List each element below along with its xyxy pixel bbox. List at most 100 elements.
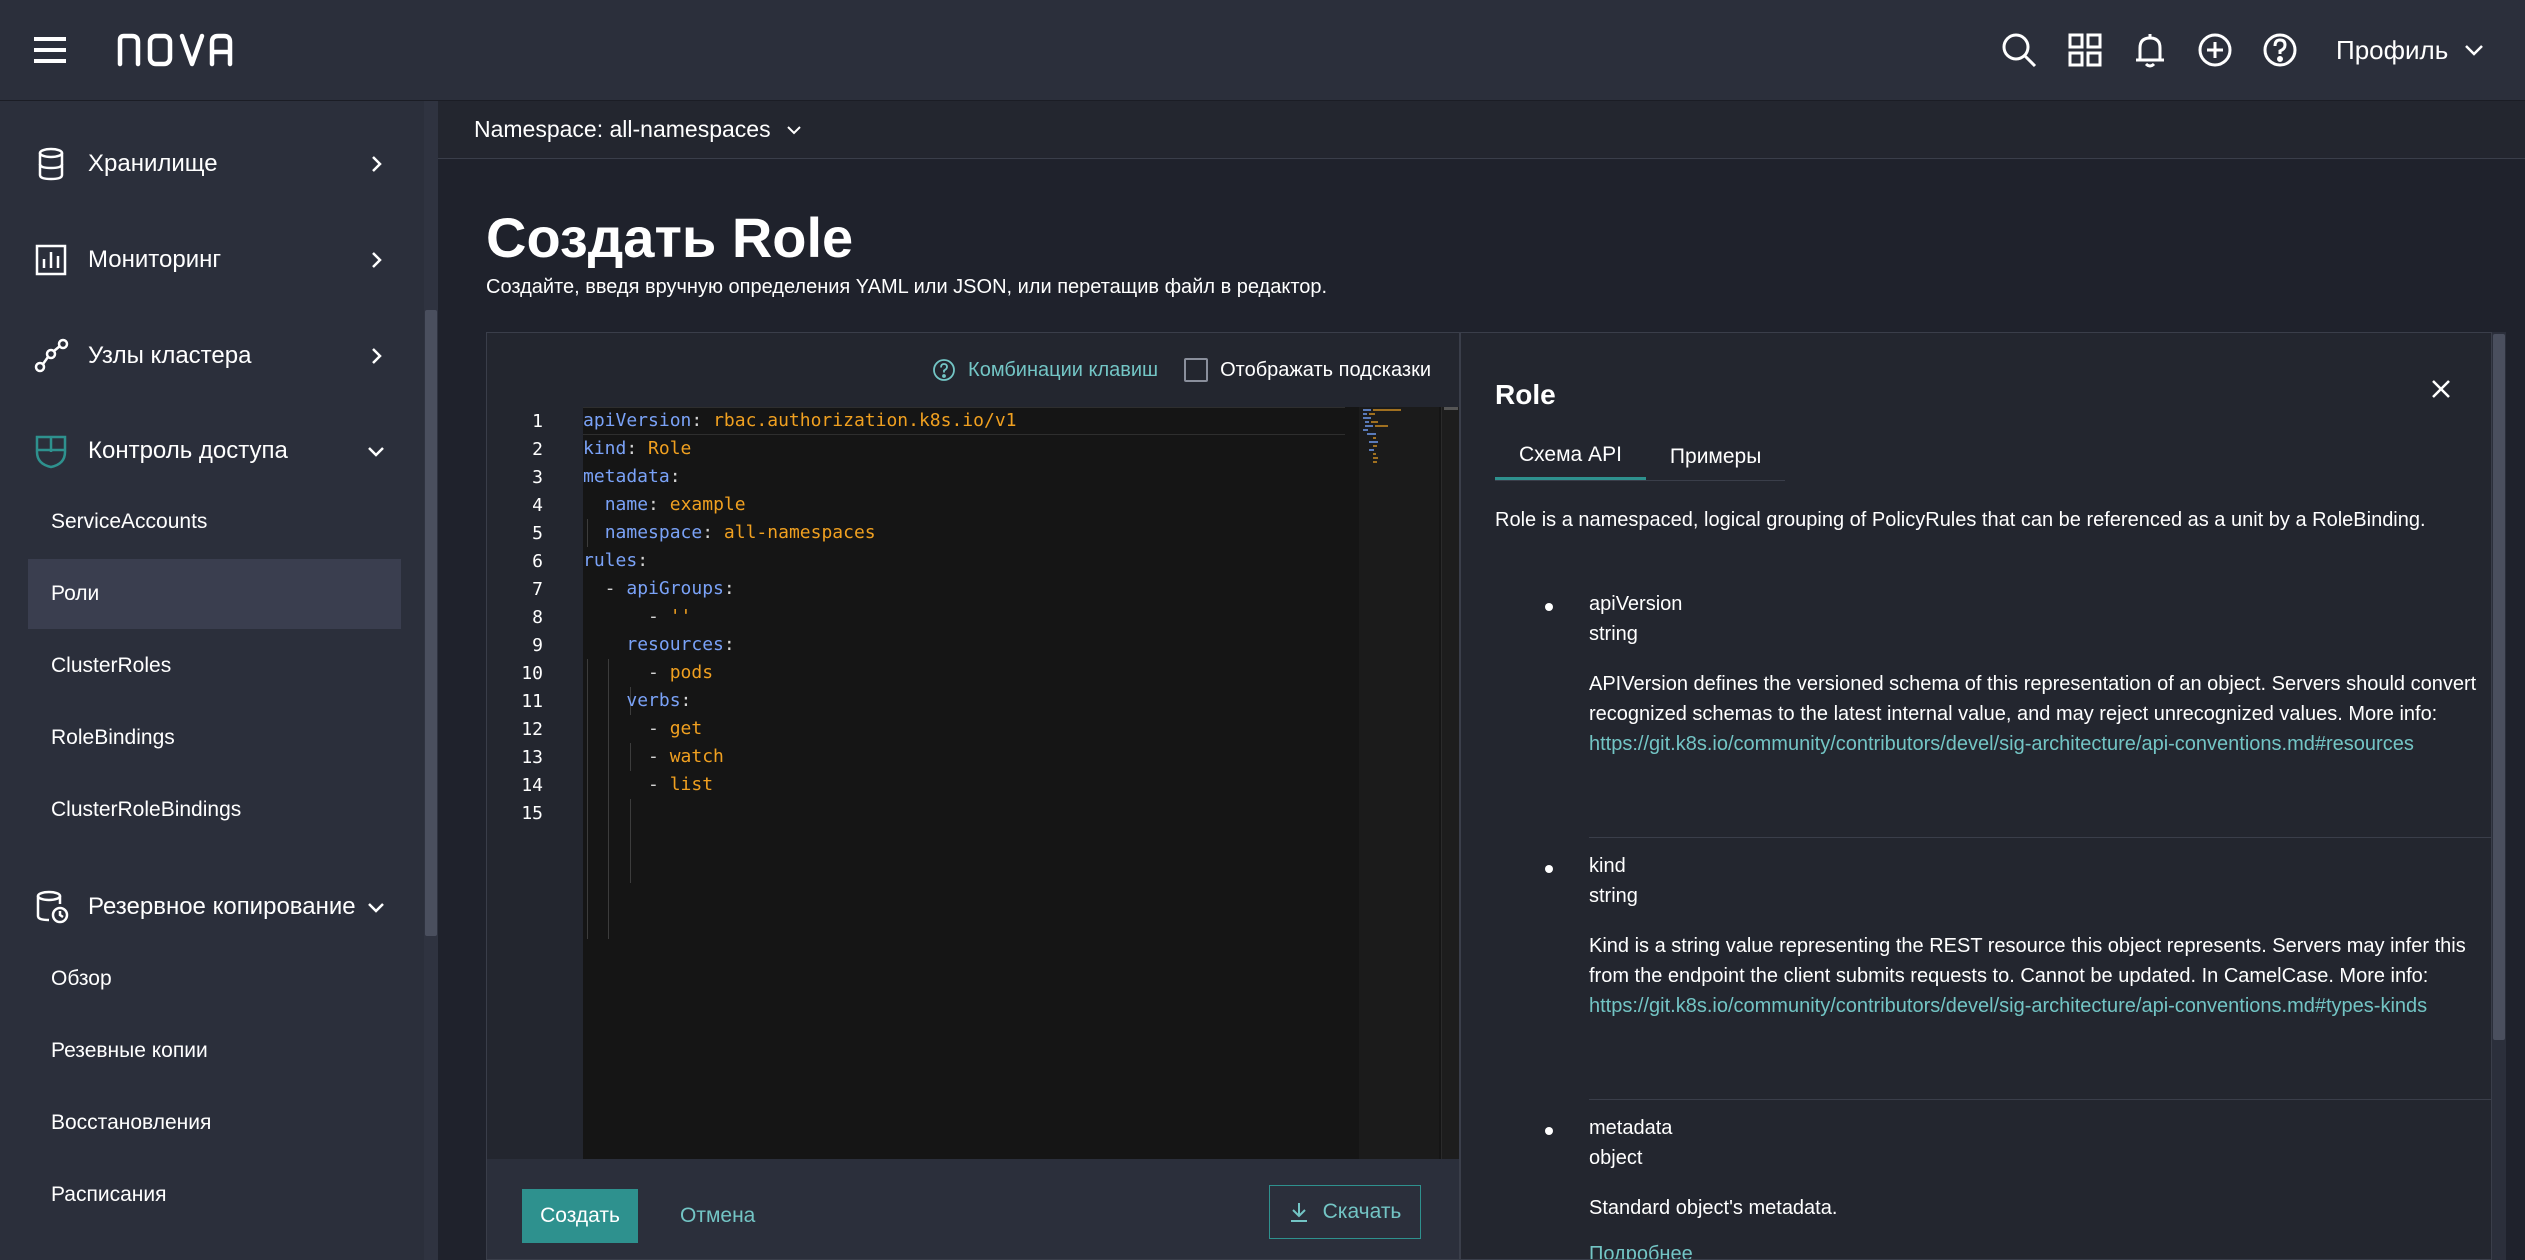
namespace-dropdown[interactable]: Namespace: all-namespaces (474, 116, 803, 143)
sidebar-item-schedules[interactable]: Расписания (28, 1160, 401, 1230)
line-number: 1 (532, 411, 543, 432)
hamburger-menu-icon[interactable] (32, 32, 68, 68)
create-button[interactable]: Создать (522, 1189, 638, 1243)
line-number: 3 (532, 467, 543, 488)
chevron-right-icon (366, 346, 386, 366)
line-number-gutter: 1 2 3 4 5 6 7 8 9 10 11 12 13 14 15 (487, 407, 583, 1159)
line-number: 13 (521, 747, 543, 768)
schema-title: Role (1495, 379, 1556, 410)
line-number: 10 (521, 663, 543, 684)
sidebar-item-roles[interactable]: Роли (28, 559, 401, 629)
sidebar-scrollbar-thumb[interactable] (425, 310, 437, 936)
sidebar-group-label: Контроль доступа (88, 437, 288, 464)
field-doc-link[interactable]: https://git.k8s.io/community/contributor… (1589, 733, 2414, 755)
nodes-icon (32, 337, 70, 375)
bell-icon[interactable] (2130, 30, 2170, 70)
help-icon[interactable] (2260, 30, 2300, 70)
top-header: Профиль (0, 0, 2525, 101)
close-icon[interactable] (2425, 373, 2457, 405)
field-description: APIVersion defines the versioned schema … (1589, 673, 2477, 755)
sidebar-item-overview[interactable]: Обзор (28, 944, 401, 1014)
field-doc-link[interactable]: https://git.k8s.io/community/contributor… (1589, 995, 2427, 1017)
sidebar-group-label: Резервное копирование (88, 893, 356, 920)
sidebar-item-clusterrolebindings[interactable]: ClusterRoleBindings (28, 775, 401, 845)
schema-tabs: Схема API Примеры (1495, 433, 1786, 481)
code-editor[interactable]: 1 2 3 4 5 6 7 8 9 10 11 12 13 14 15 apiVersion: rbac.a… (487, 407, 1459, 1159)
cancel-button[interactable]: Отмена (680, 1189, 755, 1243)
tab-examples[interactable]: Примеры (1646, 433, 1785, 480)
sidebar-group-backup[interactable]: Резервное копирование (0, 867, 424, 947)
field-name: metadata (1589, 1117, 1673, 1139)
api-schema-panel: Role Схема API Примеры Role is a namespa… (1460, 332, 2492, 1260)
show-hints-checkbox[interactable] (1184, 358, 1209, 382)
code-line: - get (583, 718, 703, 739)
page-title: Создать Role (486, 206, 854, 269)
sidebar-item-clusterroles[interactable]: ClusterRoles (28, 631, 401, 701)
download-icon (1289, 1201, 1309, 1223)
chevron-right-icon (366, 154, 386, 174)
add-circle-icon[interactable] (2195, 30, 2235, 70)
divider (1589, 1099, 2491, 1100)
profile-menu[interactable]: Профиль (2336, 28, 2486, 72)
sidebar-item-rolebindings[interactable]: RoleBindings (28, 703, 401, 773)
bullet (1545, 1127, 1553, 1135)
more-info-link[interactable]: Подробнее (1589, 1243, 1693, 1259)
field-name: apiVersion (1589, 593, 1683, 615)
yaml-editor-panel: Комбинации клавиш Отображать подсказки 1… (486, 332, 1460, 1260)
profile-label: Профиль (2336, 34, 2449, 65)
line-number: 6 (532, 551, 543, 572)
line-number: 8 (532, 607, 543, 628)
show-hints-toggle[interactable]: Отображать подсказки (1184, 358, 1431, 382)
sidebar-item-restores[interactable]: Восстановления (28, 1088, 401, 1158)
code-line: metadata: (583, 466, 681, 487)
page-description: Создайте, введя вручную определения YAML… (486, 276, 1328, 298)
schema-intro: Role is a namespaced, logical grouping o… (1495, 509, 2426, 531)
field-description: Kind is a string value representing the … (1589, 935, 2466, 1017)
sidebar-group-storage[interactable]: Хранилище (0, 124, 424, 204)
download-label: Скачать (1322, 1200, 1402, 1223)
namespace-bar: Namespace: all-namespaces (438, 101, 2525, 159)
sidebar-item-backups[interactable]: Резевные копии (28, 1016, 401, 1086)
line-number: 14 (521, 775, 543, 796)
sidebar: Хранилище Мониторинг Узлы кластера Контр… (0, 101, 424, 1260)
sidebar-group-monitoring[interactable]: Мониторинг (0, 220, 424, 300)
apps-grid-icon[interactable] (2065, 30, 2105, 70)
keyboard-shortcuts-label: Комбинации клавиш (968, 358, 1159, 381)
chevron-down-icon (366, 441, 386, 461)
sidebar-item-serviceaccounts[interactable]: ServiceAccounts (28, 487, 401, 557)
code-minimap[interactable] (1359, 407, 1439, 1159)
show-hints-label: Отображать подсказки (1220, 358, 1431, 381)
sidebar-group-cluster-nodes[interactable]: Узлы кластера (0, 316, 424, 396)
line-number: 9 (532, 635, 543, 656)
sidebar-group-access-control[interactable]: Контроль доступа (0, 411, 424, 491)
field-type: string (1589, 885, 1638, 907)
field-type: object (1589, 1147, 1643, 1169)
code-lines[interactable]: apiVersion: rbac.authorization.k8s.io/v1… (583, 407, 1345, 1159)
schema-panel-scrollbar-thumb[interactable] (2493, 334, 2505, 1040)
search-icon[interactable] (1999, 30, 2039, 70)
line-number: 5 (532, 523, 543, 544)
chevron-down-icon (785, 121, 803, 139)
code-line: name: example (604, 494, 746, 515)
line-number: 4 (532, 495, 543, 516)
sidebar-group-label: Мониторинг (88, 246, 222, 273)
chevron-down-icon (366, 897, 386, 917)
keyboard-shortcuts-link[interactable]: Комбинации клавиш (932, 358, 1158, 382)
code-line: namespace: all-namespaces (604, 522, 876, 543)
backup-icon (32, 888, 70, 926)
code-line: - watch (583, 746, 724, 767)
code-line: - pods (583, 662, 714, 683)
code-line: - list (583, 774, 714, 795)
editor-scrollbar[interactable] (1441, 407, 1459, 1159)
chart-icon (32, 241, 70, 279)
bullet (1545, 603, 1553, 611)
download-button[interactable]: Скачать (1269, 1185, 1421, 1239)
field-name: kind (1589, 855, 1626, 877)
nova-logo[interactable] (116, 30, 236, 70)
editor-toolbar: Комбинации клавиш Отображать подсказки (487, 333, 1459, 407)
code-line: apiVersion: rbac.authorization.k8s.io/v1 (583, 410, 1017, 431)
tab-api-schema[interactable]: Схема API (1495, 433, 1646, 480)
line-number: 11 (521, 691, 543, 712)
code-line: kind: Role (583, 438, 692, 459)
line-number: 12 (521, 719, 543, 740)
